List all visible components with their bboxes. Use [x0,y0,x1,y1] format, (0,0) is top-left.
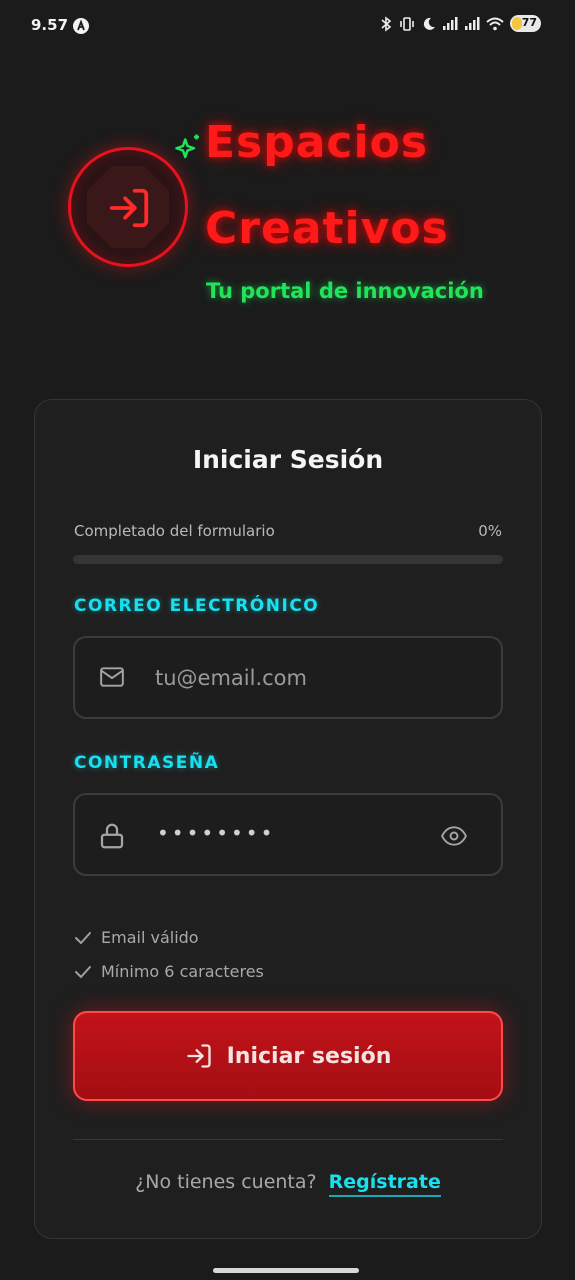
wifi-icon [486,17,504,30]
vibrate-icon [400,16,414,31]
login-button-label: Iniciar sesión [226,1043,392,1069]
home-indicator[interactable] [213,1268,359,1273]
brand-title-line1: Espacios [205,117,429,168]
login-button[interactable]: Iniciar sesión [73,1011,503,1101]
validation-password: Mínimo 6 caracteres [74,962,264,981]
email-field[interactable] [155,658,455,698]
validation-email: Email válido [74,928,199,947]
bluetooth-icon [381,15,392,32]
moon-icon [423,17,435,30]
form-title: Iniciar Sesión [192,445,384,474]
status-icons: 77 [380,15,541,32]
mail-icon [100,667,124,687]
login-card: Iniciar Sesión Completado del formulario… [34,399,542,1239]
progress-label: Completado del formulario [74,522,275,540]
eye-icon[interactable] [439,823,469,849]
sparkles-icon [175,134,199,159]
signup-prompt-text: ¿No tienes cuenta? [135,1171,317,1193]
signup-prompt: ¿No tienes cuenta? Regístrate [35,1171,541,1197]
signal-icon [443,16,458,30]
password-label: CONTRASEÑA [74,753,220,773]
login-arrow-icon [109,188,149,228]
register-link[interactable]: Regístrate [328,1171,441,1197]
brand-title-line2: Creativos [205,203,449,254]
divider [73,1139,503,1140]
password-masked-value: •••••••• [157,821,276,845]
login-arrow-icon [186,1044,211,1068]
lock-icon [100,823,124,849]
progress-bar [73,555,503,564]
email-field-container [73,636,503,719]
validation-email-text: Email válido [101,928,199,947]
tagline: Tu portal de innovación [206,279,484,303]
login-screen: 9.57 77 Espacios Creativos Tu portal de … [0,0,575,1280]
password-field[interactable]: •••••••• [73,793,503,876]
check-icon [75,931,91,944]
validation-password-text: Mínimo 6 caracteres [101,962,264,981]
nav-a-icon [73,18,89,34]
email-label: CORREO ELECTRÓNICO [74,596,320,616]
signal-icon [465,16,480,30]
progress-percent: 0% [478,522,502,540]
battery-level: 77 [521,16,537,29]
status-time: 9.57 [31,16,69,34]
app-logo [68,147,188,267]
battery-icon: 77 [510,15,541,32]
check-icon [75,965,91,978]
status-bar: 9.57 77 [0,0,575,54]
